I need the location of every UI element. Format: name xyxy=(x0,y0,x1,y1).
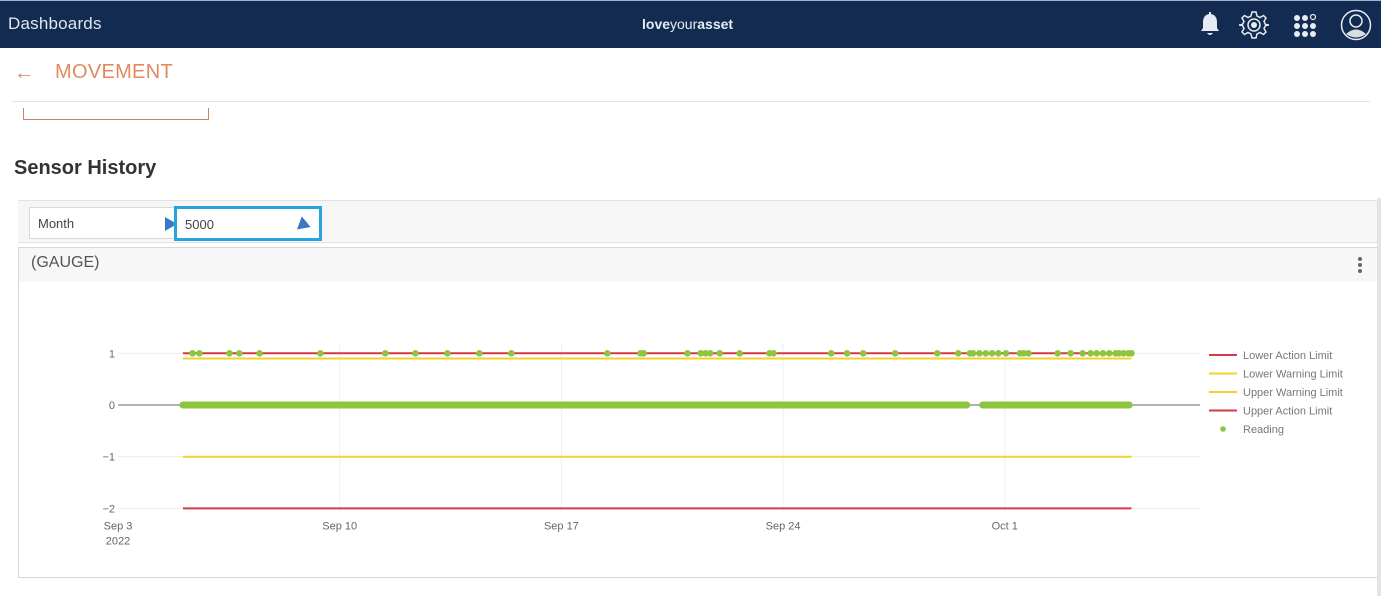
reading-point xyxy=(196,350,203,357)
reading-point xyxy=(235,350,243,357)
reading-point xyxy=(1099,350,1107,357)
reading-point xyxy=(736,350,743,357)
chart-title: (GAUGE) xyxy=(31,254,100,271)
reading-point xyxy=(1002,350,1010,357)
section-title: Sensor History xyxy=(14,157,157,179)
reading-point xyxy=(934,350,941,357)
x-tick-label: Sep 24 xyxy=(766,520,801,532)
top-navigation-bar: Dashboards loveyourasset xyxy=(0,0,1381,48)
brand-part: your xyxy=(670,16,698,32)
reading-point xyxy=(684,350,691,357)
reading-point xyxy=(969,350,977,357)
reading-point xyxy=(1079,350,1086,357)
reading-point xyxy=(476,350,483,357)
legend-label: Upper Action Limit xyxy=(1243,406,1332,418)
reading-point xyxy=(891,350,899,357)
reading-point xyxy=(988,350,996,357)
reading-point xyxy=(1128,350,1135,357)
reading-point xyxy=(827,350,835,357)
chart-card: (GAUGE) 1 0 −1 −2 Sep 3 2022 Sep 10 Sep 17 Sep 2… xyxy=(18,247,1378,578)
reading-point xyxy=(843,350,851,357)
user-avatar-icon[interactable] xyxy=(1339,8,1373,42)
limit-select-value: 5000 xyxy=(185,217,214,232)
brand-logo: loveyourasset xyxy=(642,16,733,32)
reading-point xyxy=(716,350,724,357)
page-title: MOVEMENT xyxy=(55,61,173,83)
reading-point xyxy=(995,350,1002,357)
sensor-history-chart: 1 0 −1 −2 Sep 3 2022 Sep 10 Sep 17 Sep 24 Oct 1 Lo… xyxy=(102,342,1343,547)
x-tick-label: 2022 xyxy=(106,535,130,547)
reading-point xyxy=(1105,350,1113,357)
reading-point xyxy=(189,350,196,357)
legend-label: Reading xyxy=(1243,424,1284,436)
brand-part: asset xyxy=(697,16,734,32)
y-tick-label: −2 xyxy=(102,503,115,515)
reading-point xyxy=(381,350,389,357)
app-grid-icon[interactable] xyxy=(1290,9,1322,41)
period-select-value: Month xyxy=(38,216,75,231)
x-tick-label: Sep 3 xyxy=(104,520,133,532)
reading-point xyxy=(1093,350,1100,357)
reading-point xyxy=(1025,350,1032,357)
reading-point xyxy=(859,350,867,357)
reading-point xyxy=(508,350,515,357)
bell-icon[interactable] xyxy=(1194,9,1226,41)
collapsed-panel-edge xyxy=(23,108,209,120)
x-tick-label: Sep 10 xyxy=(322,520,357,532)
reading-point xyxy=(976,350,983,357)
reading-point xyxy=(982,350,990,357)
brand-part: love xyxy=(642,16,671,32)
legend-swatch xyxy=(1220,426,1226,432)
legend-label: Lower Warning Limit xyxy=(1243,369,1343,381)
app-title[interactable]: Dashboards xyxy=(8,14,102,34)
back-arrow-icon[interactable]: ← xyxy=(14,62,34,85)
x-tick-label: Sep 17 xyxy=(544,520,579,532)
y-tick-label: −1 xyxy=(102,452,115,464)
reading-point xyxy=(1087,350,1094,357)
reading-point xyxy=(317,350,324,357)
chart-card-header: (GAUGE) xyxy=(19,248,1377,282)
reading-point xyxy=(770,350,777,357)
x-tick-label: Oct 1 xyxy=(992,520,1018,532)
reading-point xyxy=(1054,350,1061,357)
reading-point xyxy=(1067,350,1074,357)
reading-point xyxy=(412,350,419,357)
y-tick-label: 1 xyxy=(109,348,115,360)
header-divider xyxy=(12,101,1370,102)
page-scrollbar[interactable] xyxy=(1377,198,1381,596)
gear-icon[interactable] xyxy=(1238,9,1270,41)
legend-label: Upper Warning Limit xyxy=(1243,387,1343,399)
dropdown-arrow-icon[interactable] xyxy=(296,216,314,234)
period-select[interactable]: Month xyxy=(29,207,184,239)
reading-point xyxy=(706,350,714,357)
reading-point xyxy=(604,350,611,357)
reading-point xyxy=(640,350,648,357)
legend-label: Lower Action Limit xyxy=(1243,350,1332,362)
reading-point xyxy=(444,350,451,357)
limit-select[interactable]: 5000 xyxy=(174,206,322,241)
reading-point xyxy=(256,350,263,357)
filter-bar: Month 5000 xyxy=(18,200,1378,243)
y-tick-label: 0 xyxy=(109,400,115,412)
reading-point xyxy=(226,350,233,357)
more-options-icon[interactable] xyxy=(1357,257,1363,275)
reading-point xyxy=(954,350,962,357)
